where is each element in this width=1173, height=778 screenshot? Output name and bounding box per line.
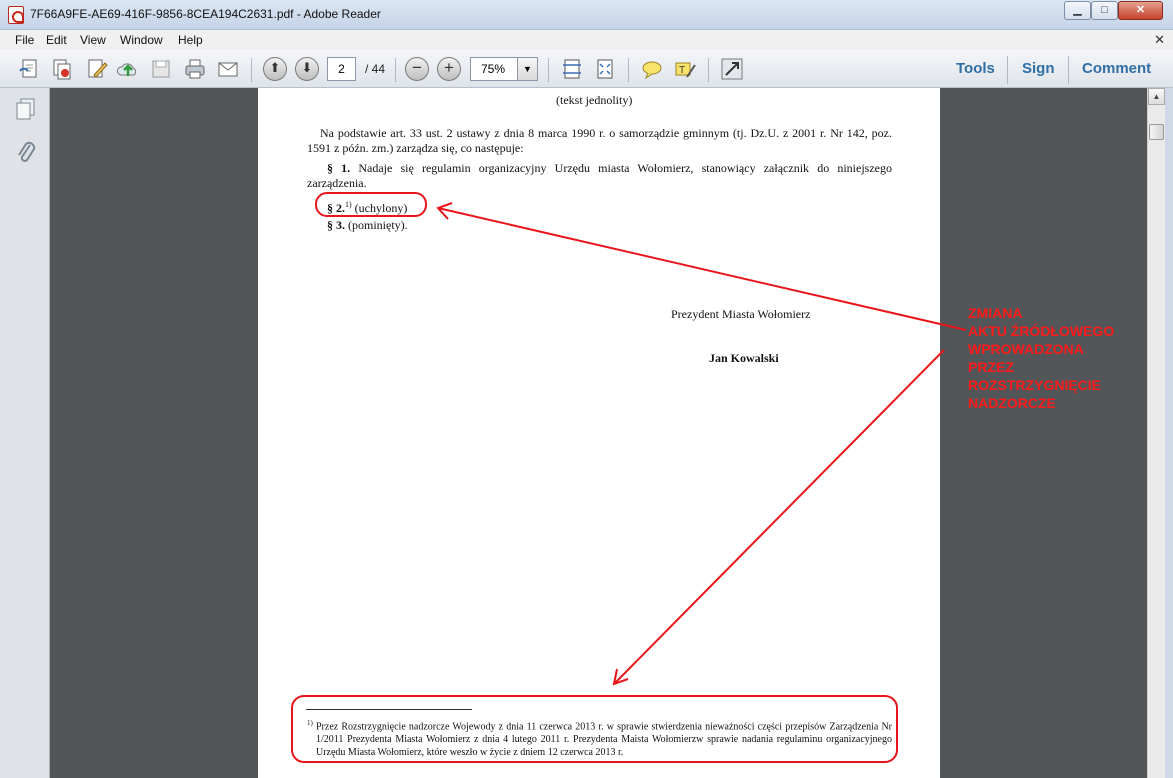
signature-name: Jan Kowalski xyxy=(709,351,779,365)
fit-page-icon[interactable] xyxy=(560,57,584,81)
paragraph-3-text: (pominięty). xyxy=(345,218,408,232)
close-button[interactable]: ✕ xyxy=(1118,1,1163,20)
footnote-mark: 1) xyxy=(307,719,313,727)
paragraph-1-number: § 1. xyxy=(327,161,351,175)
pdf-app-icon xyxy=(8,6,24,24)
document-intro: Na podstawie art. 33 ust. 2 ustawy z dni… xyxy=(307,126,892,155)
menu-edit[interactable]: Edit xyxy=(46,33,67,47)
upload-icon[interactable] xyxy=(116,57,140,81)
paragraph-3: § 3. (pominięty). xyxy=(327,218,408,233)
svg-text:T: T xyxy=(679,65,685,76)
paragraph-1-text: Nadaje się regulamin organizacyjny Urzęd… xyxy=(307,161,892,190)
document-viewport[interactable] xyxy=(50,88,1147,778)
signature-title: Prezydent Miasta Wołomierz xyxy=(671,307,811,321)
toolbar: ⬆ ⬇ − + T xyxy=(0,50,1173,88)
page-number-input[interactable]: 2 xyxy=(327,57,356,81)
window-title: 7F66A9FE-AE69-416F-9856-8CEA194C2631.pdf… xyxy=(30,7,381,21)
pdf-page xyxy=(258,88,940,778)
paragraph-3-number: § 3. xyxy=(327,218,345,232)
footnote: 1) Przez Rozstrzygnięcie nadzorcze Wojew… xyxy=(307,717,892,759)
footnote-reference[interactable]: 1) xyxy=(345,200,352,209)
maximize-button[interactable]: □ xyxy=(1091,1,1118,20)
menu-view[interactable]: View xyxy=(80,33,106,47)
prev-page-icon: ⬆ xyxy=(269,60,281,75)
edit-icon[interactable] xyxy=(85,57,109,81)
toolbar-separator xyxy=(548,58,549,82)
footnote-text: Przez Rozstrzygnięcie nadzorcze Wojewody… xyxy=(316,721,892,759)
attachments-icon[interactable] xyxy=(15,139,37,165)
zoom-out-icon: − xyxy=(412,58,422,77)
minimize-button[interactable]: ▁ xyxy=(1064,1,1091,20)
tab-comment[interactable]: Comment xyxy=(1082,60,1151,77)
footnote-separator xyxy=(306,709,472,710)
prev-page-button[interactable]: ⬆ xyxy=(263,57,287,81)
annotation-label: ZMIANA AKTU ŹRÓDŁOWEGO WPROWADZONA PRZEZ… xyxy=(968,305,1115,411)
toolbar-separator xyxy=(1007,56,1008,84)
zoom-in-button[interactable]: + xyxy=(437,57,461,81)
chevron-down-icon[interactable]: ▼ xyxy=(517,58,537,80)
page-total: / 44 xyxy=(365,62,386,76)
vertical-scrollbar[interactable]: ▲ xyxy=(1147,88,1165,778)
paragraph-2-text: (uchylony) xyxy=(351,201,408,215)
menu-help[interactable]: Help xyxy=(178,33,203,47)
menu-bar: File Edit View Window Help ✕ xyxy=(0,30,1173,50)
menu-file[interactable]: File xyxy=(15,33,34,47)
toolbar-separator xyxy=(1068,56,1069,84)
toolbar-separator xyxy=(251,58,252,82)
tab-tools[interactable]: Tools xyxy=(956,60,995,77)
window-border xyxy=(1165,88,1173,778)
document-subtitle: (tekst jednolity) xyxy=(556,93,633,107)
email-icon[interactable] xyxy=(216,57,240,81)
paragraph-1: § 1. Nadaje się regulamin organizacyjny … xyxy=(307,161,892,191)
next-page-button[interactable]: ⬇ xyxy=(295,57,319,81)
toolbar-separator xyxy=(708,58,709,82)
toolbar-separator xyxy=(395,58,396,82)
save-icon[interactable] xyxy=(149,57,173,81)
paragraph-2: § 2.1) (uchylony) xyxy=(327,197,407,216)
menu-window[interactable]: Window xyxy=(120,33,163,47)
close-document-icon[interactable]: ✕ xyxy=(1154,32,1165,48)
scroll-up-icon[interactable]: ▲ xyxy=(1148,88,1165,105)
next-page-icon: ⬇ xyxy=(301,60,313,75)
tab-sign[interactable]: Sign xyxy=(1022,60,1055,77)
pages-icon[interactable] xyxy=(15,97,37,121)
zoom-select[interactable]: 75% ▼ xyxy=(470,57,538,81)
zoom-in-icon: + xyxy=(444,58,454,77)
highlight-icon[interactable]: T xyxy=(673,57,697,81)
zoom-value: 75% xyxy=(481,62,506,76)
create-pdf-icon[interactable] xyxy=(18,57,42,81)
zoom-out-button[interactable]: − xyxy=(405,57,429,81)
fullscreen-icon[interactable] xyxy=(720,57,744,81)
fit-width-icon[interactable] xyxy=(593,57,617,81)
paragraph-2-number: § 2. xyxy=(327,201,345,215)
navigation-pane xyxy=(0,88,50,778)
title-bar: 7F66A9FE-AE69-416F-9856-8CEA194C2631.pdf… xyxy=(0,0,1173,30)
comment-bubble-icon[interactable] xyxy=(640,57,664,81)
combine-icon[interactable] xyxy=(50,57,74,81)
print-icon[interactable] xyxy=(183,57,207,81)
scroll-thumb[interactable] xyxy=(1149,124,1164,140)
toolbar-separator xyxy=(628,58,629,82)
